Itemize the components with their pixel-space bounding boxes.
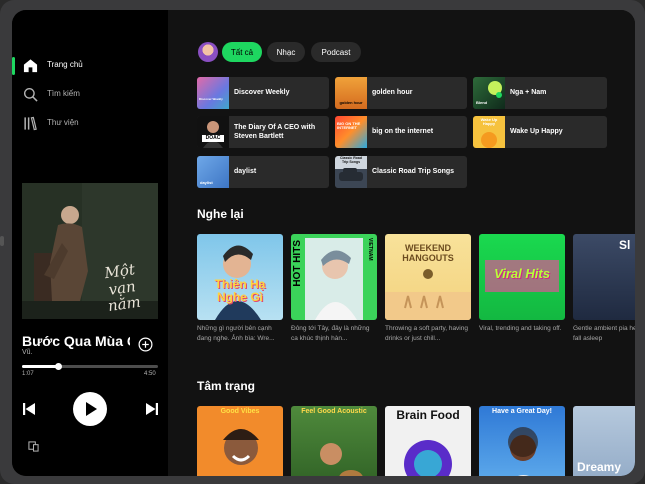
app-screen: Trang chủ Tìm kiếm Thư viện Một vạn năm …: [12, 10, 635, 476]
tile-label: Nga + Nam: [510, 89, 547, 97]
card-description: Gentle ambient pia help you fall asleep: [573, 325, 635, 343]
quick-tile[interactable]: BIG ON THE INTERNET big on the internet: [335, 116, 467, 148]
tile-label: Classic Road Trip Songs: [372, 168, 455, 176]
total-time: 4:50: [144, 371, 156, 377]
quick-tile[interactable]: daylist daylist: [197, 156, 329, 188]
section-title-replay[interactable]: Nghe lại: [197, 207, 244, 221]
tile-cover-text: Wake Up Happy: [480, 117, 498, 127]
card-cover-text: Have a Great Day!: [492, 408, 552, 415]
quick-tile[interactable]: golden hour golden hour: [335, 77, 467, 109]
progress-fill: [22, 365, 59, 368]
sidebar-item-label: Tìm kiếm: [47, 89, 80, 98]
card-cover: WEEKEND HANGOUTS: [385, 234, 471, 320]
card-cover-text: HOT HITS: [292, 240, 303, 287]
quick-tile[interactable]: Classic Road Trip Songs Classic Road Tri…: [335, 156, 467, 188]
section-title-mood[interactable]: Tâm trạng: [197, 379, 255, 393]
cover-illustration: [508, 427, 538, 476]
card-cover-text: Thiên Hạ Nghe Gì: [214, 277, 266, 304]
card-description: Throwing a soft party, having drinks or …: [385, 325, 468, 343]
tile-cover: Discover Weekly: [197, 77, 229, 109]
tile-cover: DOAC: [197, 116, 229, 148]
quick-tile[interactable]: Blend Nga + Nam: [473, 77, 607, 109]
tile-cover: daylist: [197, 156, 229, 188]
main-content: Tất cả Nhạc Podcast Discover Weekly Disc…: [168, 10, 635, 476]
tile-label: Discover Weekly: [234, 89, 290, 97]
search-icon: [23, 87, 38, 102]
podcast-host-graphic: [202, 121, 224, 148]
tablet-frame: Trang chủ Tìm kiếm Thư viện Một vạn năm …: [0, 0, 645, 484]
hardware-button: [0, 236, 4, 246]
quick-tile[interactable]: DOAC The Diary Of A CEO with Steven Bart…: [197, 116, 329, 148]
cover-script-text: Một vạn năm: [103, 260, 142, 316]
card-cover-text: Sl: [619, 238, 631, 252]
add-to-library-icon[interactable]: [138, 337, 153, 352]
card-cover-text: Feel Good Acoustic: [301, 408, 367, 415]
card-cover-text: Brain Food: [396, 408, 460, 422]
tile-label: golden hour: [372, 89, 413, 97]
sidebar-item-search[interactable]: Tìm kiếm: [12, 85, 168, 105]
filter-chip-all[interactable]: Tất cả: [222, 42, 262, 62]
tile-label: big on the internet: [372, 128, 434, 136]
card-cover: Feel Good Acoustic: [291, 406, 377, 476]
play-icon: [86, 402, 97, 416]
avatar[interactable]: [198, 42, 218, 62]
card-cover: Brain Food: [385, 406, 471, 476]
previous-icon[interactable]: [22, 402, 36, 416]
card-cover: Dreamy: [573, 406, 635, 476]
card-cover-text: WEEKEND HANGOUTS: [402, 243, 454, 263]
now-playing-title[interactable]: Bước Qua Mùa Cô Đơn: [22, 333, 130, 349]
tile-label: daylist: [234, 168, 257, 176]
sidebar-item-label: Trang chủ: [47, 60, 83, 69]
card-cover: Have a Great Day!: [479, 406, 565, 476]
card-cover: HOT HITS VIETNAM: [291, 234, 377, 320]
filter-chip-music[interactable]: Nhạc: [267, 42, 305, 62]
card-cover: Viral Hits: [479, 234, 565, 320]
tile-cover: BIG ON THE INTERNET: [335, 116, 367, 148]
now-playing-cover[interactable]: Một vạn năm: [22, 183, 158, 319]
active-indicator: [12, 57, 15, 75]
quick-tile[interactable]: Wake Up Happy Wake Up Happy: [473, 116, 607, 148]
tile-cover-text: DOAC: [205, 135, 221, 141]
next-icon[interactable]: [145, 402, 159, 416]
filter-chip-podcast[interactable]: Podcast: [311, 42, 361, 62]
now-playing-artist[interactable]: Vũ.: [22, 349, 33, 356]
card-cover-text: Viral Hits: [494, 266, 550, 281]
tile-cover-text: BIG ON THE INTERNET: [337, 121, 361, 131]
tile-cover-text: daylist: [200, 180, 213, 185]
tile-label: The Diary Of A CEO with Steven Bartlett: [234, 123, 316, 140]
card-description: Viral, trending and taking off.: [479, 325, 562, 332]
connect-device-icon[interactable]: [28, 441, 39, 452]
cover-illustration: [320, 443, 363, 476]
card-cover-text: Good Vibes: [220, 408, 260, 415]
library-icon: [24, 116, 37, 131]
cover-illustration: [305, 238, 363, 320]
card-cover-side-text: VIETNAM: [367, 238, 373, 261]
card-cover-text: Dreamy: [577, 460, 622, 474]
tile-cover-text: Classic Road Trip Songs: [340, 156, 362, 164]
sidebar-item-label: Thư viện: [47, 118, 79, 127]
card-description: Đông tới Tây, đây là những ca khúc thịnh…: [291, 325, 370, 343]
tile-cover-text: Discover Weekly: [199, 97, 223, 101]
tile-cover: Blend: [473, 77, 505, 109]
tile-cover: Wake Up Happy: [473, 116, 505, 148]
sidebar-item-library[interactable]: Thư viện: [12, 114, 168, 134]
tile-cover-text: golden hour: [339, 100, 363, 105]
progress-bar[interactable]: [22, 363, 158, 370]
tile-cover-text: Blend: [476, 100, 488, 105]
progress-handle[interactable]: [55, 363, 63, 370]
card-cover: Good Vibes: [197, 406, 283, 476]
card-description: Những gì người bên cạnh đang nghe. Ảnh b…: [197, 325, 275, 343]
cover-illustration: [223, 429, 259, 465]
card-cover: Sl: [573, 234, 635, 320]
play-button[interactable]: [73, 392, 107, 426]
tile-label: Wake Up Happy: [510, 128, 563, 136]
elapsed-time: 1:07: [22, 371, 34, 377]
tile-cover: Classic Road Trip Songs: [335, 156, 367, 188]
home-icon: [23, 59, 38, 73]
tile-cover: golden hour: [335, 77, 367, 109]
sidebar: Trang chủ Tìm kiếm Thư viện Một vạn năm …: [12, 10, 168, 476]
quick-tile[interactable]: Discover Weekly Discover Weekly: [197, 77, 329, 109]
sidebar-item-home[interactable]: Trang chủ: [12, 56, 168, 76]
card-cover: Thiên Hạ Nghe Gì: [197, 234, 283, 320]
